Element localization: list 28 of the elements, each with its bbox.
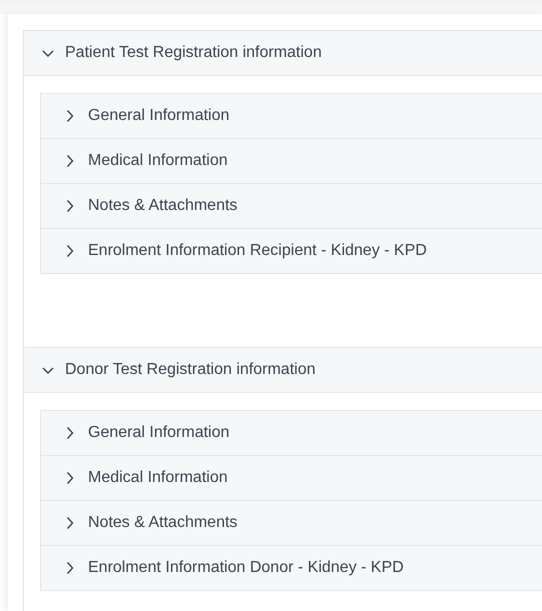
subsection-header[interactable]: Medical Information xyxy=(41,138,542,184)
subsection-header[interactable]: Notes & Attachments xyxy=(41,500,542,546)
chevron-icon xyxy=(64,427,76,439)
subsection-title: Notes & Attachments xyxy=(88,197,238,215)
chevron-icon xyxy=(64,200,76,212)
chevron-icon xyxy=(64,245,76,257)
subsection-title: Enrolment Information Recipient - Kidney - KPD xyxy=(88,242,427,260)
subsection-title: Medical Information xyxy=(88,469,228,487)
subsection-title: General Information xyxy=(88,107,230,125)
subsection-title: Notes & Attachments xyxy=(88,514,238,532)
chevron-icon xyxy=(64,155,76,167)
chevron-icon xyxy=(64,517,76,529)
subsection-header[interactable]: General Information xyxy=(41,93,542,139)
section-header[interactable]: Donor Test Registration information xyxy=(24,347,542,393)
section-title: Patient Test Registration information xyxy=(65,44,322,62)
subsection-header[interactable]: Enrolment Information Recipient - Kidney - KPD xyxy=(41,228,542,274)
chevron-icon xyxy=(64,110,76,122)
section-title: Donor Test Registration information xyxy=(65,361,316,379)
subsection-title: Medical Information xyxy=(88,152,228,170)
chevron-icon xyxy=(64,472,76,484)
subsection-title: Enrolment Information Donor - Kidney - KPD xyxy=(88,559,404,577)
subsection-header[interactable]: Notes & Attachments xyxy=(41,183,542,229)
subsection-header[interactable]: Enrolment Information Donor - Kidney - KPD xyxy=(41,545,542,591)
chevron-icon xyxy=(64,562,76,574)
subsection-header[interactable]: General Information xyxy=(41,410,542,456)
section-header[interactable]: Patient Test Registration information xyxy=(24,30,542,76)
subsection-header[interactable]: Medical Information xyxy=(41,455,542,501)
subsection-title: General Information xyxy=(88,424,230,442)
